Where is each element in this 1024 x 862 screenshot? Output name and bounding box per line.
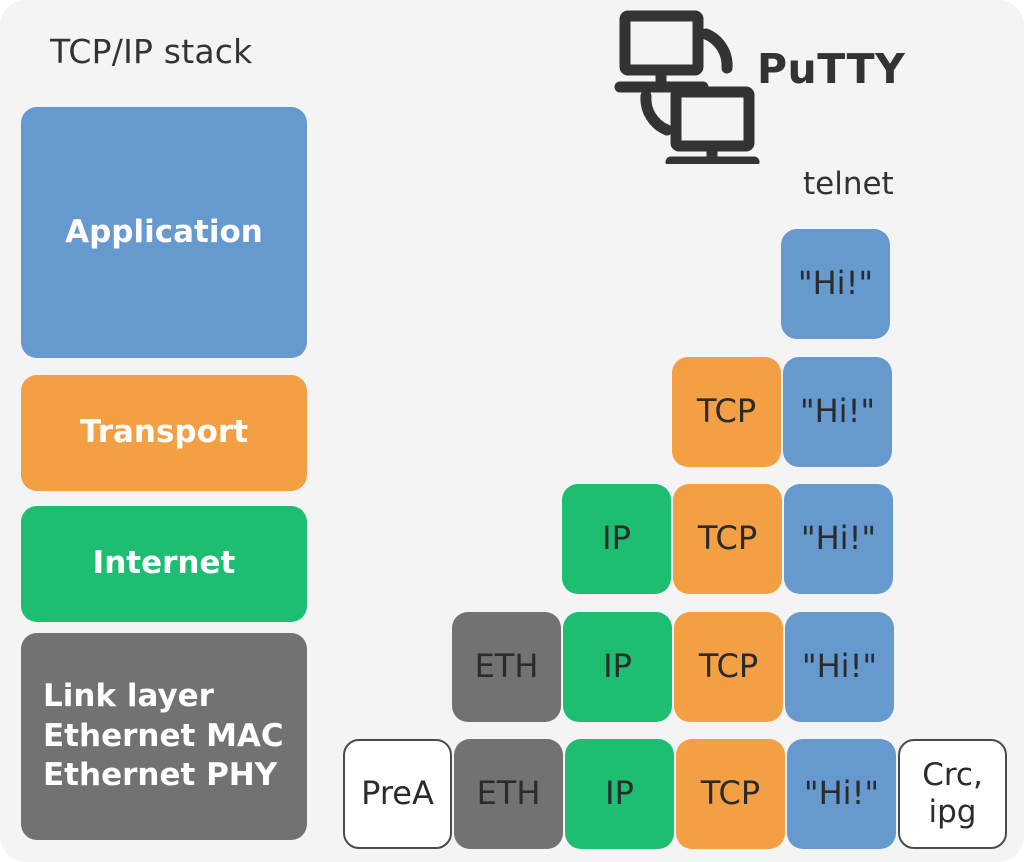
packet-cell-tcp[interactable]: TCP (676, 739, 785, 849)
stack-layer-application-label: Application (65, 213, 263, 250)
packet-cell-ip[interactable]: IP (565, 739, 674, 849)
packet-cell-tcp[interactable]: TCP (672, 357, 781, 467)
packet-cell-crc-ipg[interactable]: Crc, ipg (898, 739, 1007, 849)
putty-wordmark: PuTTY (757, 45, 906, 93)
packet-cell-payload[interactable]: "Hi!" (784, 484, 893, 594)
packet-cell-ip[interactable]: IP (563, 612, 672, 722)
packet-row-ethernet-mac: ETH IP TCP "Hi!" (452, 612, 894, 722)
packet-cell-payload[interactable]: "Hi!" (787, 739, 896, 849)
diagram-canvas: TCP/IP stack Application Transport Inter… (0, 0, 1024, 862)
packet-cell-tcp[interactable]: TCP (673, 484, 782, 594)
packet-row-ethernet-phy: PreA ETH IP TCP "Hi!" Crc, ipg (343, 739, 1007, 849)
packet-cell-preamble[interactable]: PreA (343, 739, 452, 849)
packet-cell-payload[interactable]: "Hi!" (781, 229, 890, 339)
packet-row-transport: TCP "Hi!" (672, 357, 892, 467)
packet-cell-eth[interactable]: ETH (454, 739, 563, 849)
telnet-label: telnet (803, 166, 894, 202)
packet-row-internet: IP TCP "Hi!" (562, 484, 893, 594)
packet-cell-ip[interactable]: IP (562, 484, 671, 594)
stack-layer-internet-label: Internet (92, 545, 236, 582)
stack-layer-transport-label: Transport (79, 414, 249, 451)
stack-layer-transport[interactable]: Transport (21, 375, 307, 491)
packet-cell-tcp[interactable]: TCP (674, 612, 783, 722)
stack-title: TCP/IP stack (50, 32, 253, 71)
packet-cell-eth[interactable]: ETH (452, 612, 561, 722)
packet-row-application: "Hi!" (781, 229, 890, 339)
stack-layer-link[interactable]: Link layer Ethernet MAC Ethernet PHY (21, 633, 307, 840)
stack-layer-link-label: Link layer Ethernet MAC Ethernet PHY (43, 677, 284, 794)
two-monitors-network-icon (606, 8, 766, 168)
stack-layer-application[interactable]: Application (21, 107, 307, 358)
packet-cell-payload[interactable]: "Hi!" (783, 357, 892, 467)
packet-cell-payload[interactable]: "Hi!" (785, 612, 894, 722)
stack-layer-internet[interactable]: Internet (21, 506, 307, 622)
